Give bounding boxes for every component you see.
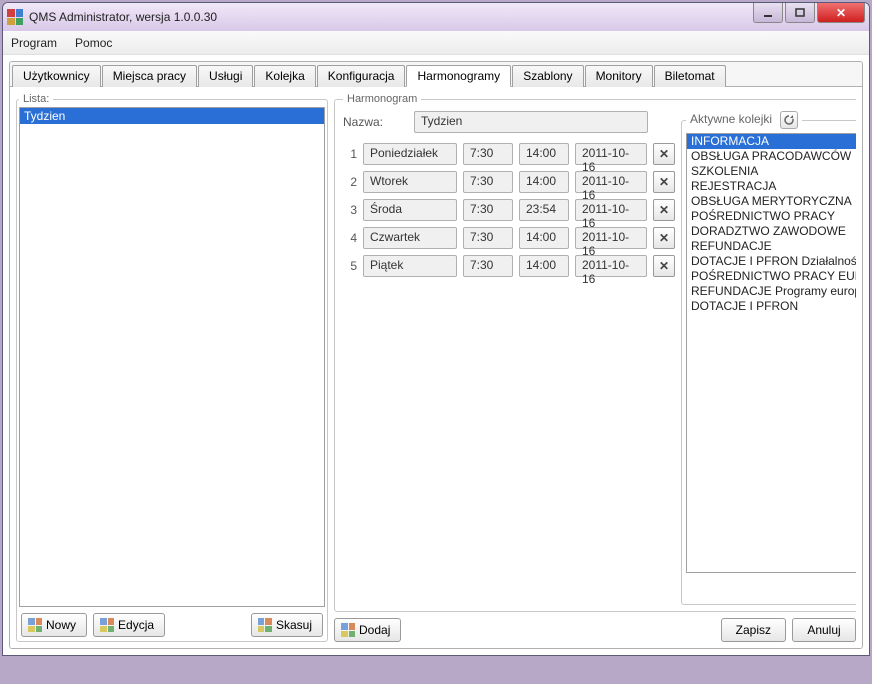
delete-row-button[interactable]: ✕ (653, 255, 675, 277)
queue-item[interactable]: REJESTRACJA (687, 179, 856, 194)
time-from-field[interactable]: 7:30 (463, 171, 513, 193)
lista-legend: Lista: (19, 93, 53, 105)
zapisz-label: Zapisz (736, 623, 771, 637)
skasuj-label: Skasuj (276, 618, 312, 632)
tab-szablony[interactable]: Szablony (512, 65, 583, 87)
queue-item[interactable]: REFUNDACJE (687, 239, 856, 254)
delete-row-button[interactable]: ✕ (653, 227, 675, 249)
delete-row-button[interactable]: ✕ (653, 171, 675, 193)
schedule-row: 2 Wtorek 7:30 14:00 2011-10-16 ✕ (343, 171, 675, 193)
queue-item[interactable]: OBSŁUGA PRACODAWCÓW (687, 149, 856, 164)
harmonogram-legend: Harmonogram (343, 93, 421, 105)
schedule-row: 3 Środa 7:30 23:54 2011-10-16 ✕ (343, 199, 675, 221)
app-window: QMS Administrator, wersja 1.0.0.30 ✕ Pro… (2, 2, 870, 656)
schedule-row: 4 Czwartek 7:30 14:00 2011-10-16 ✕ (343, 227, 675, 249)
time-from-field[interactable]: 7:30 (463, 227, 513, 249)
queue-item[interactable]: DORADZTWO ZAWODOWE (687, 224, 856, 239)
time-from-field[interactable]: 7:30 (463, 143, 513, 165)
row-number: 4 (343, 231, 357, 245)
date-field[interactable]: 2011-10-16 (575, 227, 647, 249)
tab-monitory[interactable]: Monitory (585, 65, 653, 87)
queues-legend: Aktywne kolejki (686, 111, 802, 129)
row-number: 2 (343, 175, 357, 189)
anuluj-label: Anuluj (807, 623, 840, 637)
delete-row-button[interactable]: ✕ (653, 199, 675, 221)
dodaj-button[interactable]: Dodaj (334, 618, 401, 642)
menubar: Program Pomoc (3, 31, 869, 55)
time-from-field[interactable]: 7:30 (463, 255, 513, 277)
date-field[interactable]: 2011-10-16 (575, 255, 647, 277)
nowy-label: Nowy (46, 618, 76, 632)
anuluj-button[interactable]: Anuluj (792, 618, 856, 642)
queue-item[interactable]: POŚREDNICTWO PRACY EURES (687, 269, 856, 284)
delete-row-button[interactable]: ✕ (653, 143, 675, 165)
client-area: UżytkownicyMiejsca pracyUsługiKolejkaKon… (9, 61, 863, 649)
schedule-table: 1 Poniedziałek 7:30 14:00 2011-10-16 ✕ 2 Wtorek… (343, 143, 675, 277)
time-to-field[interactable]: 14:00 (519, 143, 569, 165)
day-field[interactable]: Wtorek (363, 171, 457, 193)
edycja-button[interactable]: Edycja (93, 613, 165, 637)
tab-body: Lista: Tydzien Nowy Edycja Skasuj Harmon… (10, 87, 862, 648)
nazwa-field[interactable]: Tydzien (414, 111, 648, 133)
close-button[interactable]: ✕ (817, 3, 865, 23)
queue-item[interactable]: OBSŁUGA MERYTORYCZNA (687, 194, 856, 209)
date-field[interactable]: 2011-10-16 (575, 171, 647, 193)
tab-konfiguracja[interactable]: Konfiguracja (317, 65, 406, 87)
time-to-field[interactable]: 14:00 (519, 171, 569, 193)
zapisz-button[interactable]: Zapisz (721, 618, 786, 642)
edycja-label: Edycja (118, 618, 154, 632)
nowy-button[interactable]: Nowy (21, 613, 87, 637)
refresh-icon[interactable] (780, 111, 798, 129)
time-from-field[interactable]: 7:30 (463, 199, 513, 221)
tab-harmonogramy[interactable]: Harmonogramy (406, 65, 511, 87)
queue-listbox[interactable]: INFORMACJAOBSŁUGA PRACODAWCÓWSZKOLENIARE… (686, 133, 856, 573)
queue-item[interactable]: SZKOLENIA (687, 164, 856, 179)
day-field[interactable]: Poniedziałek (363, 143, 457, 165)
tab-uzytkownicy[interactable]: Użytkownicy (12, 65, 101, 87)
day-field[interactable]: Piątek (363, 255, 457, 277)
nazwa-label: Nazwa: (343, 115, 408, 129)
menu-pomoc[interactable]: Pomoc (75, 36, 112, 50)
minimize-button[interactable] (753, 3, 783, 23)
day-field[interactable]: Czwartek (363, 227, 457, 249)
app-icon (7, 9, 23, 25)
harmonogram-fieldset: Harmonogram Nazwa: Tydzien 1 Poniedziałek… (334, 93, 856, 612)
skasuj-button[interactable]: Skasuj (251, 613, 323, 637)
titlebar: QMS Administrator, wersja 1.0.0.30 ✕ (3, 3, 869, 31)
lista-fieldset: Lista: Tydzien Nowy Edycja Skasuj (16, 93, 328, 642)
tab-uslugi[interactable]: Usługi (198, 65, 253, 87)
dodaj-label: Dodaj (359, 623, 390, 637)
queue-item[interactable]: DOTACJE I PFRON (687, 299, 856, 314)
row-number: 5 (343, 259, 357, 273)
row-number: 1 (343, 147, 357, 161)
row-number: 3 (343, 203, 357, 217)
tab-strip: UżytkownicyMiejsca pracyUsługiKolejkaKon… (10, 62, 862, 87)
queue-item[interactable]: POŚREDNICTWO PRACY (687, 209, 856, 224)
dodaj-icon (341, 623, 355, 637)
queue-item[interactable]: INFORMACJA (687, 134, 856, 149)
lista-item[interactable]: Tydzien (20, 108, 324, 124)
date-field[interactable]: 2011-10-16 (575, 199, 647, 221)
maximize-button[interactable] (785, 3, 815, 23)
lista-listbox[interactable]: Tydzien (19, 107, 325, 607)
queues-fieldset: Aktywne kolejki INFORMACJAOBSŁUGA PRACOD… (681, 111, 856, 605)
queue-item[interactable]: REFUNDACJE Programy europejskie (687, 284, 856, 299)
tab-kolejka[interactable]: Kolejka (254, 65, 315, 87)
menu-program[interactable]: Program (11, 36, 57, 50)
time-to-field[interactable]: 14:00 (519, 255, 569, 277)
schedule-row: 1 Poniedziałek 7:30 14:00 2011-10-16 ✕ (343, 143, 675, 165)
edycja-icon (100, 618, 114, 632)
tab-biletomat[interactable]: Biletomat (654, 65, 726, 87)
tab-miejsca[interactable]: Miejsca pracy (102, 65, 197, 87)
queue-item[interactable]: DOTACJE I PFRON Działalność (687, 254, 856, 269)
nowy-icon (28, 618, 42, 632)
time-to-field[interactable]: 14:00 (519, 227, 569, 249)
day-field[interactable]: Środa (363, 199, 457, 221)
window-title: QMS Administrator, wersja 1.0.0.30 (29, 10, 217, 24)
skasuj-icon (258, 618, 272, 632)
date-field[interactable]: 2011-10-16 (575, 143, 647, 165)
schedule-row: 5 Piątek 7:30 14:00 2011-10-16 ✕ (343, 255, 675, 277)
time-to-field[interactable]: 23:54 (519, 199, 569, 221)
